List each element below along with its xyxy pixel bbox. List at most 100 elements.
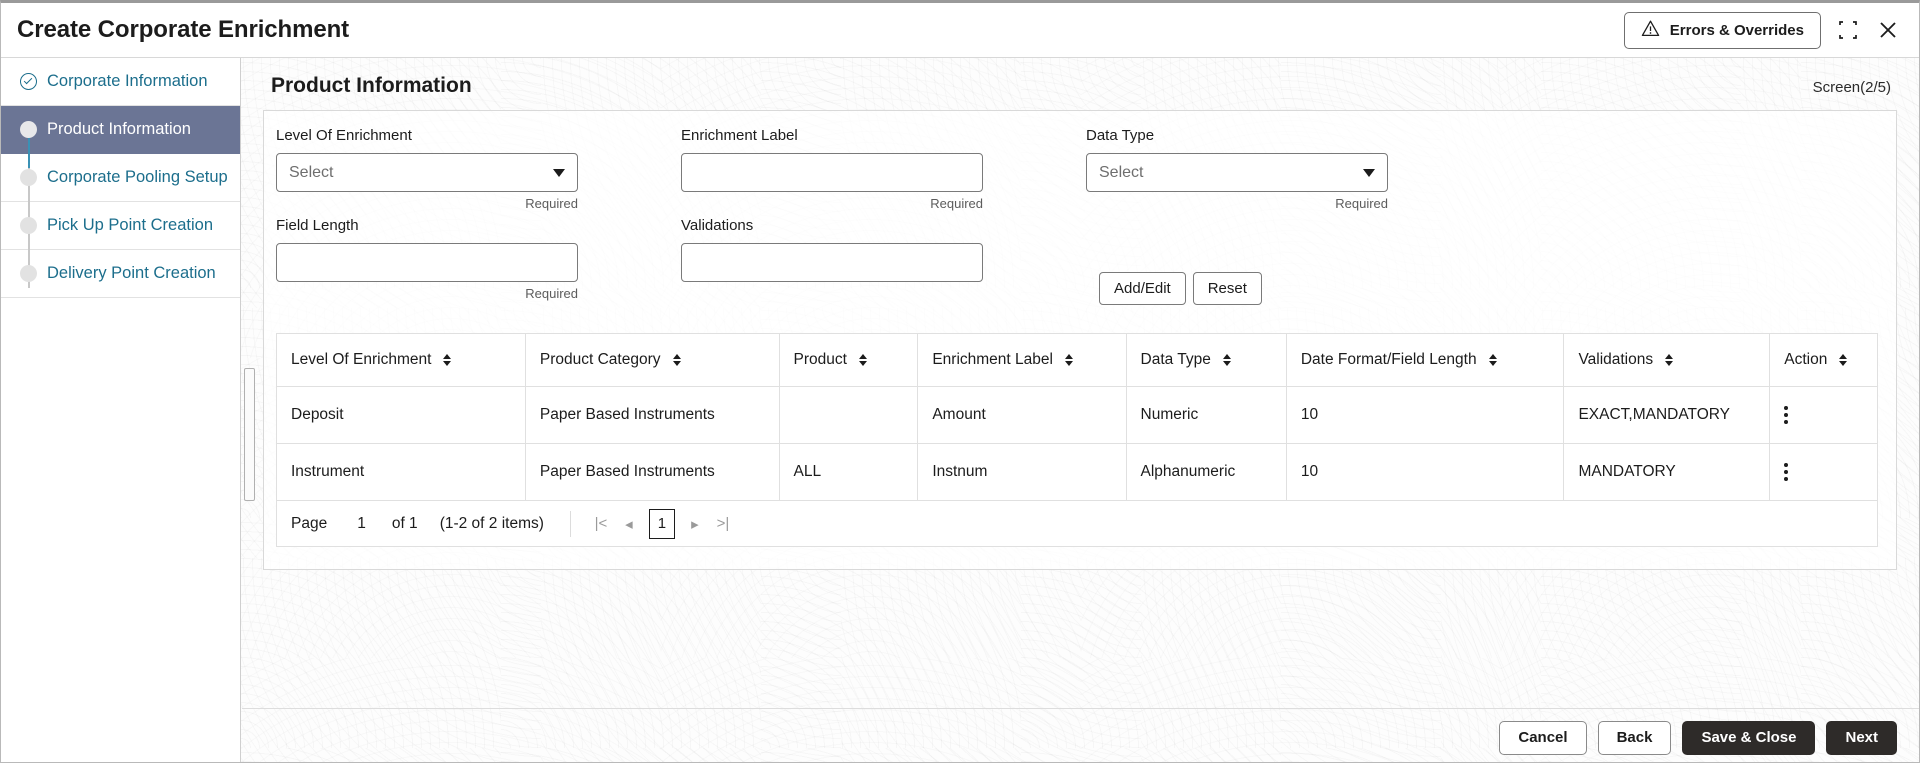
- stepper-connector-active: [28, 138, 30, 168]
- col-label: Level Of Enrichment: [291, 351, 431, 369]
- next-button[interactable]: Next: [1826, 721, 1897, 755]
- errors-and-overrides-label: Errors & Overrides: [1670, 22, 1804, 39]
- form-actions: Add/Edit Reset: [1099, 217, 1262, 307]
- sidebar-item-label: Pick Up Point Creation: [47, 216, 213, 235]
- field-length-required: Required: [276, 286, 578, 301]
- sidebar-item-corporate-pooling-setup[interactable]: Corporate Pooling Setup: [1, 154, 240, 202]
- enrichment-table-wrapper: Level Of Enrichment Product Category Pro…: [276, 333, 1884, 547]
- current-page-button[interactable]: 1: [649, 509, 675, 539]
- sidebar-item-label: Delivery Point Creation: [47, 264, 216, 283]
- page-title: Create Corporate Enrichment: [17, 16, 349, 44]
- form-row-1: Level Of Enrichment Select Required Enri…: [276, 127, 1884, 217]
- col-data-type[interactable]: Data Type: [1126, 334, 1286, 387]
- close-icon[interactable]: [1875, 17, 1901, 43]
- level-of-enrichment-label: Level Of Enrichment: [276, 127, 681, 144]
- cell-action: [1770, 444, 1878, 501]
- col-label: Date Format/Field Length: [1301, 351, 1477, 369]
- col-date-format-field-length[interactable]: Date Format/Field Length: [1286, 334, 1564, 387]
- cell-level-of-enrichment: Deposit: [277, 387, 526, 444]
- col-label: Data Type: [1141, 351, 1211, 369]
- col-label: Product: [794, 351, 847, 369]
- cell-enrichment-label: Amount: [918, 387, 1126, 444]
- col-level-of-enrichment[interactable]: Level Of Enrichment: [277, 334, 526, 387]
- sidebar-item-corporate-information[interactable]: Corporate Information: [1, 58, 240, 106]
- vertical-scrollbar[interactable]: [244, 368, 255, 501]
- screen-counter: Screen(2/5): [1813, 79, 1897, 96]
- data-type-select[interactable]: Select: [1086, 153, 1388, 192]
- sort-icon[interactable]: [1665, 354, 1673, 366]
- reset-button[interactable]: Reset: [1193, 272, 1262, 305]
- level-of-enrichment-required: Required: [276, 196, 578, 211]
- data-type-required: Required: [1086, 196, 1388, 211]
- cell-validations: MANDATORY: [1564, 444, 1770, 501]
- field-validations: Validations: [681, 217, 1086, 301]
- col-product-category[interactable]: Product Category: [525, 334, 779, 387]
- cell-product: [779, 387, 918, 444]
- restore-icon[interactable]: [1835, 17, 1861, 43]
- first-page-button[interactable]: |<: [587, 510, 615, 538]
- next-page-button[interactable]: ▸: [681, 510, 709, 538]
- field-length-input[interactable]: [276, 243, 578, 282]
- kebab-menu-icon[interactable]: [1784, 406, 1788, 424]
- cell-date-format-field-length: 10: [1286, 444, 1564, 501]
- last-page-button[interactable]: >|: [709, 510, 737, 538]
- sort-icon[interactable]: [1489, 354, 1497, 366]
- col-label: Validations: [1578, 351, 1653, 369]
- cancel-button[interactable]: Cancel: [1499, 721, 1586, 755]
- chevron-down-icon: [1363, 169, 1375, 177]
- enrichment-label-input[interactable]: [681, 153, 983, 192]
- errors-and-overrides-button[interactable]: Errors & Overrides: [1624, 12, 1821, 49]
- sidebar-item-product-information[interactable]: Product Information: [1, 106, 240, 154]
- data-type-label: Data Type: [1086, 127, 1491, 144]
- chevron-down-icon: [553, 169, 565, 177]
- cell-data-type: Numeric: [1126, 387, 1286, 444]
- product-information-form: Level Of Enrichment Select Required Enri…: [263, 110, 1897, 570]
- step-current-icon: [20, 121, 37, 138]
- cell-product-category: Paper Based Instruments: [525, 387, 779, 444]
- page-number: 1: [357, 515, 366, 533]
- col-product[interactable]: Product: [779, 334, 918, 387]
- save-and-close-button[interactable]: Save & Close: [1682, 721, 1815, 755]
- body-area: Corporate Information Product Informatio…: [1, 58, 1919, 763]
- pagination-divider: [570, 511, 571, 537]
- level-of-enrichment-value: Select: [289, 164, 333, 182]
- field-length-label: Field Length: [276, 217, 681, 234]
- cell-level-of-enrichment: Instrument: [277, 444, 526, 501]
- table-row[interactable]: Instrument Paper Based Instruments ALL I…: [277, 444, 1878, 501]
- title-bar: Create Corporate Enrichment Errors & Ove…: [1, 3, 1919, 58]
- cell-data-type: Alphanumeric: [1126, 444, 1286, 501]
- kebab-menu-icon[interactable]: [1784, 463, 1788, 481]
- add-edit-button[interactable]: Add/Edit: [1099, 272, 1186, 305]
- cell-date-format-field-length: 10: [1286, 387, 1564, 444]
- validations-label: Validations: [681, 217, 1086, 234]
- enrichment-table: Level Of Enrichment Product Category Pro…: [276, 333, 1878, 501]
- previous-page-button[interactable]: ◂: [615, 510, 643, 538]
- main-content: Product Information Screen(2/5) Level Of…: [241, 58, 1919, 763]
- pagination-bar: Page 1 of 1 (1-2 of 2 items) |< ◂ 1 ▸ >|: [276, 501, 1878, 547]
- table-row[interactable]: Deposit Paper Based Instruments Amount N…: [277, 387, 1878, 444]
- validations-input[interactable]: [681, 243, 983, 282]
- step-pending-icon: [20, 265, 37, 282]
- sidebar-item-label: Corporate Information: [47, 72, 208, 91]
- level-of-enrichment-select[interactable]: Select: [276, 153, 578, 192]
- sidebar-item-delivery-point-creation[interactable]: Delivery Point Creation: [1, 250, 240, 298]
- col-label: Enrichment Label: [932, 351, 1053, 369]
- back-button[interactable]: Back: [1598, 721, 1672, 755]
- col-enrichment-label[interactable]: Enrichment Label: [918, 334, 1126, 387]
- item-range: (1-2 of 2 items): [440, 515, 544, 533]
- sort-icon[interactable]: [443, 354, 451, 366]
- sidebar-item-pick-up-point-creation[interactable]: Pick Up Point Creation: [1, 202, 240, 250]
- col-action[interactable]: Action: [1770, 334, 1878, 387]
- sort-icon[interactable]: [859, 354, 867, 366]
- sort-icon[interactable]: [673, 354, 681, 366]
- cell-product: ALL: [779, 444, 918, 501]
- cell-validations: EXACT,MANDATORY: [1564, 387, 1770, 444]
- data-type-value: Select: [1099, 164, 1143, 182]
- form-row-2: Field Length Required Validations: [276, 217, 1884, 307]
- col-validations[interactable]: Validations: [1564, 334, 1770, 387]
- sort-icon[interactable]: [1223, 354, 1231, 366]
- field-enrichment-label: Enrichment Label Required: [681, 127, 1086, 211]
- sort-icon[interactable]: [1065, 354, 1073, 366]
- sort-icon[interactable]: [1839, 354, 1847, 366]
- app-window: Create Corporate Enrichment Errors & Ove…: [0, 0, 1920, 763]
